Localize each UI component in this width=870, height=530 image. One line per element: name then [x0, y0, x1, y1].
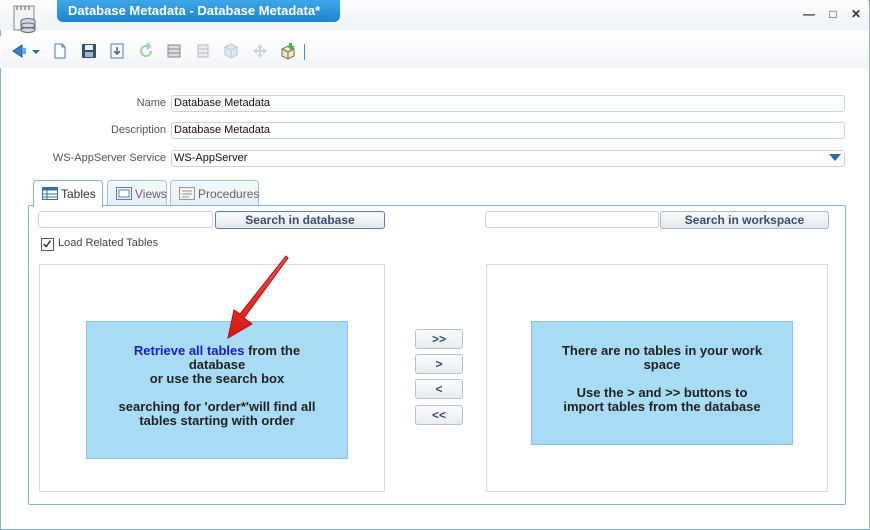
info-line-3: or use the search box [149, 371, 285, 386]
ws-line-1: There are no tables in your work [561, 343, 763, 358]
search-database-button[interactable]: Search in database [215, 211, 385, 229]
load-related-label: Load Related Tables [58, 237, 159, 249]
workspace-info-box: There are no tables in your work space U… [531, 321, 793, 445]
info-line-2: database [188, 357, 246, 372]
remove-all-button[interactable]: << [415, 405, 463, 425]
ws-line-3: Use the > and >> buttons to [576, 385, 748, 400]
info-line-1: Retrieve all tables from the [87, 344, 347, 358]
workspace-search-input[interactable] [485, 211, 659, 228]
info-line-4: searching for 'order*'will find all [118, 399, 316, 414]
search-workspace-button[interactable]: Search in workspace [660, 211, 829, 229]
ws-line-4: import tables from the database [563, 399, 761, 414]
add-button[interactable]: > [415, 354, 463, 374]
database-search-input[interactable] [38, 211, 213, 228]
ws-line-2: space [643, 357, 681, 372]
add-all-button[interactable]: >> [415, 329, 463, 349]
database-info-box: Retrieve all tables from the database or… [86, 321, 348, 459]
checkmark-icon [43, 240, 52, 248]
retrieve-all-tables-link[interactable]: Retrieve all tables [134, 343, 245, 358]
annotation-arrow [227, 255, 289, 340]
load-related-checkbox[interactable] [41, 238, 54, 251]
remove-button[interactable]: < [415, 379, 463, 399]
info-line-1-rest: from the [244, 343, 301, 358]
info-line-5: tables starting with order [139, 413, 295, 428]
